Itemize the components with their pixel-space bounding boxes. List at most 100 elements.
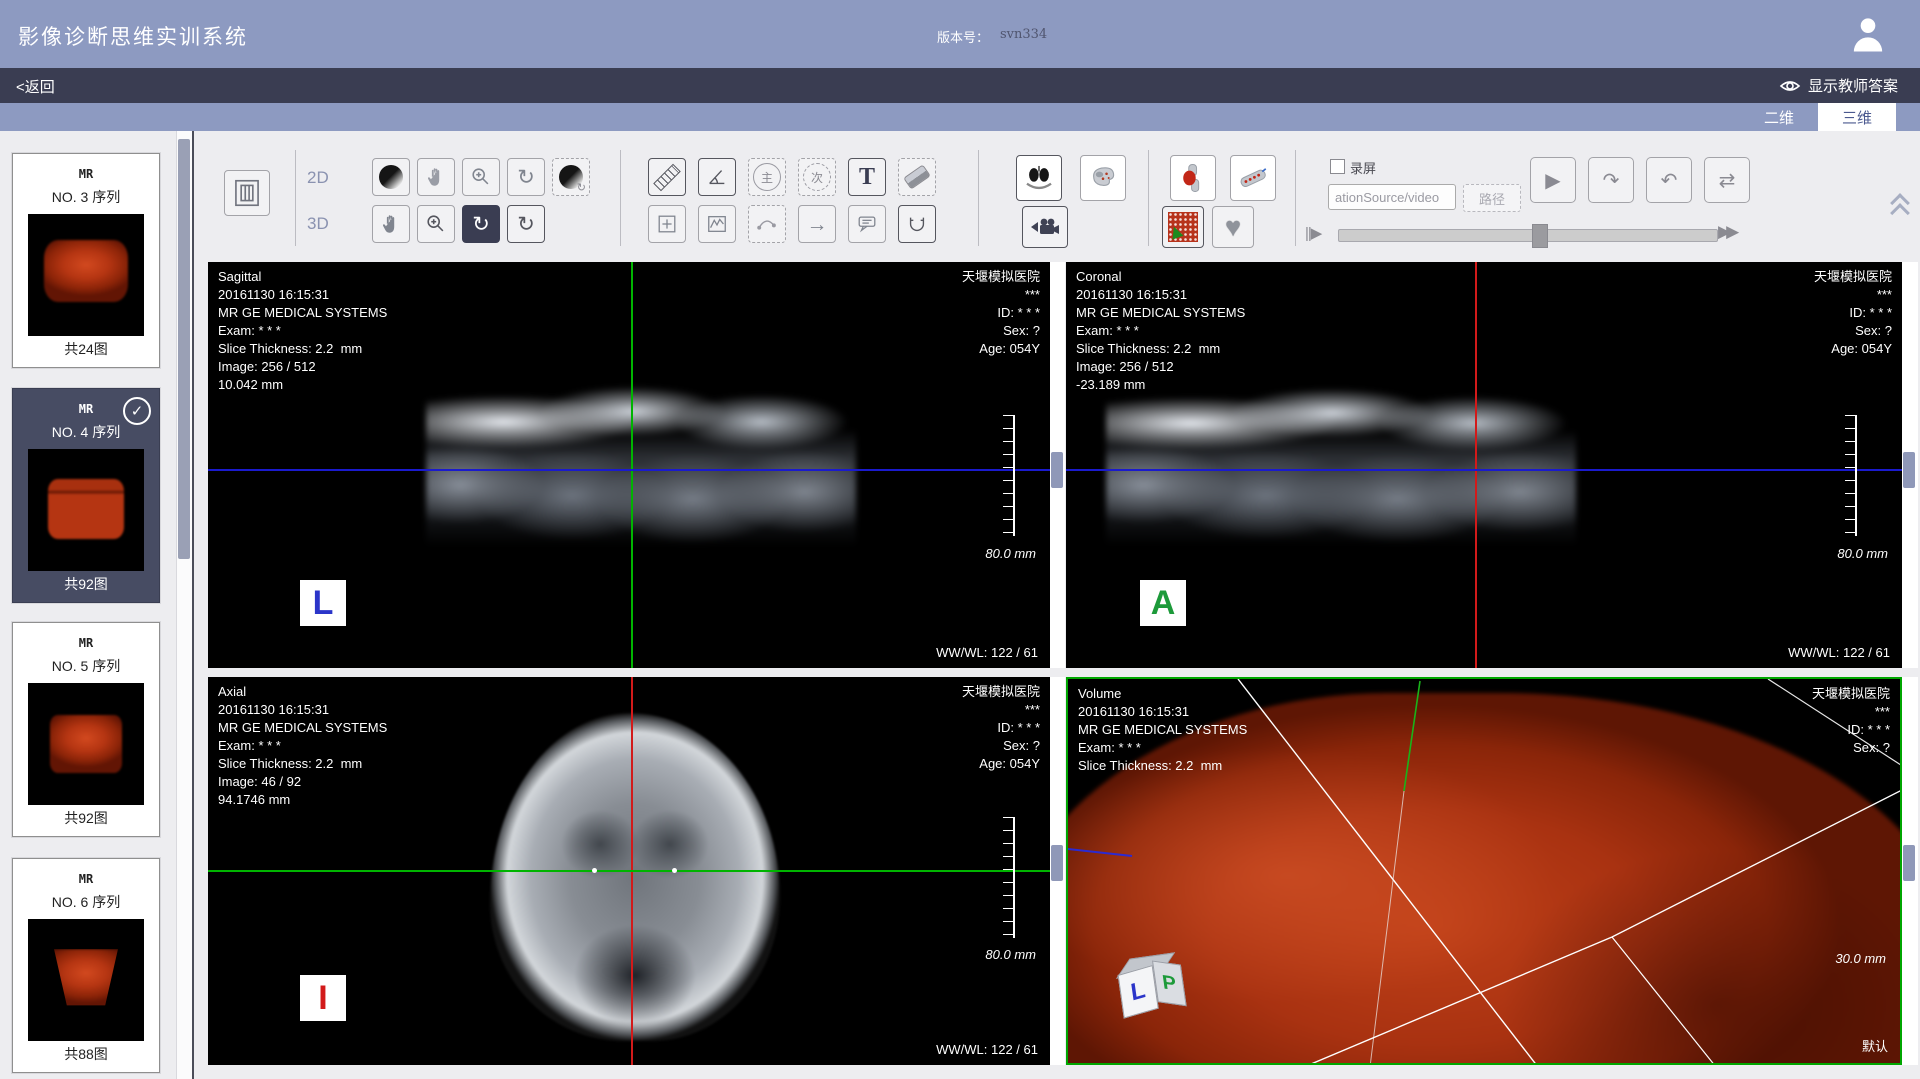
coronal-overlay-right: 天堰模拟医院***ID: * * *Sex: ?Age: 054Y [1814, 268, 1892, 358]
overlay-line: 天堰模拟医院 [1814, 268, 1892, 286]
spine-icon [1236, 161, 1270, 195]
localizer-tool-button[interactable] [648, 205, 686, 243]
orientation-cube[interactable]: L P [1113, 944, 1203, 1034]
series-thumbnail [28, 449, 144, 571]
show-teacher-answer-button[interactable]: 显示教师答案 [1779, 75, 1898, 96]
preset-knee-button[interactable] [1170, 155, 1216, 201]
layout-button[interactable] [224, 170, 270, 216]
primary-roi-button[interactable]: 主 [748, 158, 786, 196]
spline-tool-button[interactable] [748, 205, 786, 243]
zoom-3d-button[interactable] [417, 205, 455, 243]
text-tool-button[interactable]: T [848, 158, 886, 196]
path-button[interactable]: 路径 [1463, 184, 1521, 212]
preset-spine-button[interactable] [1230, 155, 1276, 201]
nav-bar [0, 68, 1920, 103]
reset-mini-icon: ↻ [577, 181, 586, 194]
series-card-3[interactable]: MR NO. 3 序列 共24图 [12, 153, 160, 368]
overlay-line: 天堰模拟医院 [962, 683, 1040, 701]
tab-3d-active[interactable]: 三维 [1818, 103, 1896, 131]
volume-scrollbar-handle[interactable] [1903, 845, 1915, 881]
coronal-crosshair-vertical[interactable] [1475, 262, 1477, 668]
overlay-line: Slice Thickness: 2.2 mm [218, 755, 387, 773]
sidebar-scrollbar-handle[interactable] [178, 139, 190, 559]
cobb-angle-tool-button[interactable] [898, 205, 936, 243]
series-card-6[interactable]: MR NO. 6 序列 共88图 [12, 858, 160, 1073]
viewport-coronal[interactable]: Coronal20161130 16:15:31MR GE MEDICAL SY… [1066, 262, 1902, 668]
spline-icon [756, 213, 778, 235]
cube-front-face: P [1152, 961, 1187, 1007]
fast-forward-icon[interactable]: ▶▶ [1718, 222, 1734, 242]
overlay-line: Exam: * * * [1076, 322, 1245, 340]
window-level-reset-button[interactable]: ↻ [552, 158, 590, 196]
axial-crosshair-horizontal[interactable] [208, 870, 1050, 872]
series-name: NO. 5 序列 [13, 656, 159, 676]
sidebar-divider [192, 131, 194, 1079]
window-level-icon [379, 165, 403, 189]
overlay-line: 20161130 16:15:31 [218, 286, 387, 304]
rotate-3d-button-selected[interactable]: ↻ [462, 205, 500, 243]
coronal-slice-scrollbar[interactable] [1902, 262, 1918, 668]
coronal-crosshair-horizontal[interactable] [1066, 469, 1902, 471]
tab-2d[interactable]: 二维 [1740, 103, 1818, 131]
volume-scrollbar[interactable] [1902, 677, 1918, 1065]
collapse-toolbar-button[interactable] [1893, 196, 1907, 220]
rotate-2d-button[interactable]: ↻ [507, 158, 545, 196]
loop-forward-button[interactable]: ↷ [1588, 157, 1634, 203]
play-button[interactable]: ▶ [1530, 157, 1576, 203]
viewport-axial[interactable]: Axial20161130 16:15:31MR GE MEDICAL SYST… [208, 677, 1050, 1065]
angle-tool-button[interactable] [698, 158, 736, 196]
preset-skull-button[interactable] [1080, 155, 1126, 201]
series-card-5[interactable]: MR NO. 5 序列 共92图 [12, 622, 160, 837]
zoom-2d-button[interactable] [462, 158, 500, 196]
animation-slider-handle[interactable] [1532, 224, 1548, 248]
reset-view-button[interactable]: ↻ [507, 205, 545, 243]
sagittal-overlay-left: Sagittal20161130 16:15:31MR GE MEDICAL S… [218, 268, 387, 394]
sagittal-crosshair-vertical[interactable] [631, 262, 633, 668]
record-checkbox[interactable] [1330, 159, 1345, 174]
viewport-volume-3d[interactable]: Volume20161130 16:15:31MR GE MEDICAL SYS… [1066, 677, 1902, 1065]
coronal-slice-scrollbar-handle[interactable] [1903, 452, 1915, 488]
pan-2d-button[interactable] [417, 158, 455, 196]
overlay-line: ID: * * * [1812, 721, 1890, 739]
sidebar-scrollbar[interactable] [176, 131, 192, 1079]
export-video-button[interactable] [1022, 206, 1068, 248]
preset-heart-button[interactable]: ♥ [1212, 206, 1254, 248]
overlay-line: Sagittal [218, 268, 387, 286]
arrow-icon: → [807, 214, 828, 235]
overlay-line: MR GE MEDICAL SYSTEMS [218, 719, 387, 737]
overlay-line: Image: 46 / 92 [218, 773, 387, 791]
volume-preset-label[interactable]: 默认 [1862, 1036, 1888, 1055]
user-avatar-icon[interactable] [1848, 13, 1888, 55]
axial-scale-label: 80.0 mm [985, 947, 1036, 962]
sagittal-slice-scrollbar-handle[interactable] [1051, 452, 1063, 488]
video-path-input[interactable] [1328, 184, 1456, 210]
annotation-tool-button[interactable] [848, 205, 886, 243]
series-card-4-selected[interactable]: ✓ MR NO. 4 序列 共92图 [12, 388, 160, 603]
preset-lung-ct-button[interactable] [1016, 155, 1062, 201]
ruler-tool-button[interactable] [648, 158, 686, 196]
angle-icon [706, 166, 728, 188]
pan-3d-button[interactable] [372, 205, 410, 243]
rotate-icon: ↻ [517, 167, 535, 188]
secondary-roi-button[interactable]: 次 [798, 158, 836, 196]
swap-direction-button[interactable]: ⇄ [1704, 157, 1750, 203]
animation-slider-track[interactable] [1338, 229, 1718, 242]
window-level-tool-button[interactable] [372, 158, 410, 196]
overlay-line: 20161130 16:15:31 [1076, 286, 1245, 304]
sagittal-crosshair-horizontal[interactable] [208, 469, 1050, 471]
overlay-line: Image: 256 / 512 [218, 358, 387, 376]
back-button[interactable]: <返回 [16, 76, 55, 97]
profile-curve-tool-button[interactable] [698, 205, 736, 243]
sagittal-slice-scrollbar[interactable] [1050, 262, 1065, 668]
arrow-tool-button[interactable]: → [798, 205, 836, 243]
preset-texture-button-selected[interactable]: ▲ [1162, 206, 1204, 248]
eraser-tool-button[interactable] [898, 158, 936, 196]
annotation-bubble-icon [856, 213, 878, 235]
axial-slice-scrollbar[interactable] [1050, 677, 1065, 1065]
toolbar-divider [295, 150, 296, 246]
step-backward-icon[interactable]: ||▶ [1305, 224, 1321, 242]
loop-backward-button[interactable]: ↶ [1646, 157, 1692, 203]
axial-slice-scrollbar-handle[interactable] [1051, 845, 1063, 881]
viewport-sagittal[interactable]: Sagittal20161130 16:15:31MR GE MEDICAL S… [208, 262, 1050, 668]
series-modality: MR [13, 636, 159, 650]
